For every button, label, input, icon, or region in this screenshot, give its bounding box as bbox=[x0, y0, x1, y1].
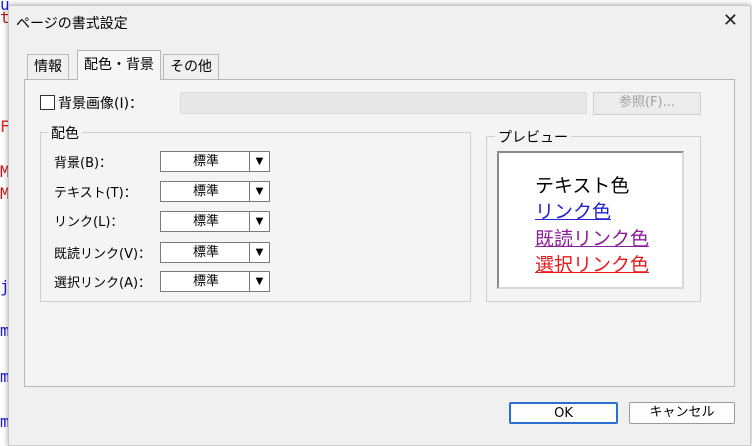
preview-selected-sample: 選択リンク色 bbox=[535, 254, 650, 276]
background-color-label: 背景(B)： bbox=[54, 156, 113, 171]
background-image-checkbox-row[interactable]: 背景画像(I)： bbox=[40, 93, 143, 113]
background-image-label: 背景画像(I)： bbox=[58, 96, 144, 112]
tab-color-background[interactable]: 配色・背景 bbox=[77, 50, 161, 80]
select-value: 標準 bbox=[192, 184, 219, 199]
preview-legend: プレビュー bbox=[495, 127, 571, 147]
preview-text-sample: テキスト色 bbox=[535, 175, 630, 197]
select-value: 標準 bbox=[192, 274, 219, 289]
color-group-legend: 配色 bbox=[48, 123, 82, 143]
dropdown-arrow-icon[interactable]: ▼ bbox=[249, 212, 269, 231]
close-icon[interactable]: ✕ bbox=[723, 10, 738, 31]
preview-box: テキスト色 リンク色 既読リンク色 選択リンク色 bbox=[497, 151, 684, 289]
select-value: 標準 bbox=[192, 214, 219, 229]
browse-button: 参照(F)... bbox=[593, 92, 701, 115]
select-value: 標準 bbox=[192, 245, 219, 260]
link-color-select[interactable]: 標準 ▼ bbox=[160, 211, 270, 232]
dialog-title: ページの書式設定 bbox=[16, 16, 128, 32]
background-color-select[interactable]: 標準 ▼ bbox=[160, 151, 270, 172]
select-value: 標準 bbox=[192, 154, 219, 169]
title-bar: ページの書式設定 ✕ bbox=[9, 6, 750, 38]
visited-link-color-select[interactable]: 標準 ▼ bbox=[160, 242, 270, 263]
background-image-checkbox[interactable] bbox=[40, 95, 55, 110]
ok-button[interactable]: OK bbox=[509, 402, 618, 424]
link-color-label: リンク(L)： bbox=[54, 215, 124, 230]
preview-visited-sample: 既読リンク色 bbox=[535, 228, 650, 250]
selected-link-color-select[interactable]: 標準 ▼ bbox=[160, 271, 270, 292]
cancel-button[interactable]: キャンセル bbox=[629, 402, 735, 424]
visited-link-color-label: 既読リンク(V)： bbox=[54, 247, 152, 262]
text-color-select[interactable]: 標準 ▼ bbox=[160, 181, 270, 202]
dropdown-arrow-icon[interactable]: ▼ bbox=[249, 272, 269, 291]
dropdown-arrow-icon[interactable]: ▼ bbox=[249, 152, 269, 171]
page-format-dialog: ページの書式設定 ✕ 情報 配色・背景 その他 背景画像(I)： 参照(F)..… bbox=[8, 5, 751, 446]
tab-other[interactable]: その他 bbox=[163, 54, 219, 79]
dropdown-arrow-icon[interactable]: ▼ bbox=[249, 243, 269, 262]
dropdown-arrow-icon[interactable]: ▼ bbox=[249, 182, 269, 201]
background-image-path-field bbox=[180, 92, 587, 114]
preview-link-sample: リンク色 bbox=[535, 201, 612, 223]
tab-info[interactable]: 情報 bbox=[27, 54, 69, 79]
text-color-label: テキスト(T)： bbox=[54, 186, 137, 201]
selected-link-color-label: 選択リンク(A)： bbox=[54, 276, 152, 291]
